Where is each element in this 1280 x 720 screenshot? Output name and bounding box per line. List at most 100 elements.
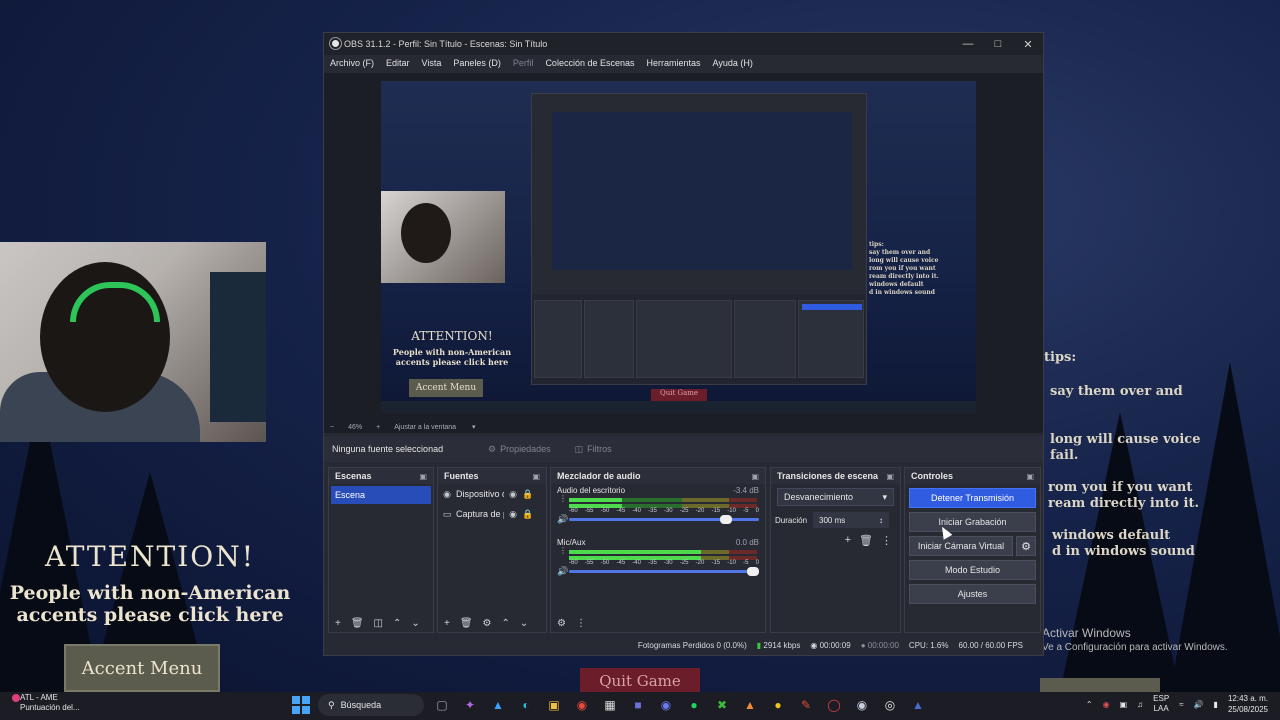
- remove-scene-icon[interactable]: 🗑: [351, 618, 364, 629]
- edge-icon[interactable]: ◐: [516, 695, 536, 715]
- visibility-eye-icon[interactable]: ◉: [508, 509, 518, 520]
- spin-arrows-icon[interactable]: ↕: [879, 516, 883, 525]
- wifi-icon[interactable]: ≈: [1179, 700, 1183, 709]
- gear-icon[interactable]: ⚙: [1016, 536, 1036, 556]
- clock[interactable]: 12:43 a. m. 25/08/2025: [1228, 693, 1268, 715]
- game-settings-button[interactable]: [1040, 678, 1160, 692]
- speaker-icon[interactable]: 🔊: [557, 566, 568, 577]
- volume-slider-knob[interactable]: [720, 515, 733, 524]
- scene-filters-icon[interactable]: ◫: [374, 618, 383, 629]
- duration-spinbox[interactable]: 300 ms ↕: [813, 512, 890, 528]
- menu-scene-collection[interactable]: Colección de Escenas: [545, 58, 634, 68]
- source-settings-icon[interactable]: ⚙: [483, 618, 492, 629]
- visibility-eye-icon[interactable]: ◉: [508, 489, 518, 500]
- remove-transition-icon[interactable]: 🗑: [859, 534, 873, 547]
- fit-window-select[interactable]: Ajustar a la ventana ▾: [394, 423, 475, 431]
- app-icon[interactable]: ▲: [908, 695, 928, 715]
- add-source-icon[interactable]: +: [444, 618, 450, 629]
- volume-slider[interactable]: [569, 567, 759, 576]
- remove-source-icon[interactable]: 🗑: [460, 618, 473, 629]
- tray-app-icon[interactable]: ◉: [1103, 700, 1110, 709]
- preview-webcam: [381, 191, 505, 283]
- taskbar-search[interactable]: ⚲ Búsqueda: [318, 694, 424, 716]
- lock-icon[interactable]: 🔒: [522, 509, 533, 520]
- bluetooth-icon[interactable]: ▲: [488, 695, 508, 715]
- copilot-icon[interactable]: ✦: [460, 695, 480, 715]
- app-icon[interactable]: ●: [768, 695, 788, 715]
- taskbar-now-playing[interactable]: ATL - AME Puntuación del...: [12, 693, 80, 713]
- zoom-minus-icon[interactable]: −: [330, 424, 334, 431]
- settings-button[interactable]: Ajustes: [909, 584, 1036, 604]
- menu-file[interactable]: Archivo (F): [330, 58, 374, 68]
- undock-icon[interactable]: ▣: [751, 472, 759, 481]
- steam-icon[interactable]: ◉: [852, 695, 872, 715]
- undock-icon[interactable]: ▣: [532, 472, 540, 481]
- app-icon[interactable]: ▲: [740, 695, 760, 715]
- speaker-icon[interactable]: 🔊: [557, 514, 568, 525]
- teams-icon[interactable]: ■: [628, 695, 648, 715]
- chrome-icon[interactable]: ◉: [572, 695, 592, 715]
- xbox-icon[interactable]: ✖: [712, 695, 732, 715]
- properties-button[interactable]: ⚙ Propiedades: [480, 440, 559, 459]
- app-icon[interactable]: ✎: [796, 695, 816, 715]
- channel-menu-icon[interactable]: ⋮: [559, 495, 567, 503]
- transition-menu-icon[interactable]: ⋮: [881, 534, 892, 547]
- undock-icon[interactable]: ▣: [419, 472, 427, 481]
- menu-profile[interactable]: Perfil: [513, 58, 534, 68]
- volume-icon[interactable]: 🔊: [1194, 700, 1204, 709]
- obs-titlebar[interactable]: OBS 31.1.2 - Perfil: Sin Título - Escena…: [324, 33, 1043, 55]
- minimize-icon[interactable]: —: [953, 33, 983, 55]
- start-recording-button[interactable]: Iniciar Grabación: [909, 512, 1036, 532]
- stop-stream-button[interactable]: Detener Transmisión: [909, 488, 1036, 508]
- obs-icon[interactable]: ◎: [880, 695, 900, 715]
- store-icon[interactable]: ▦: [600, 695, 620, 715]
- tip-line: d in windows sound: [1052, 544, 1195, 559]
- accent-menu-button[interactable]: Accent Menu: [64, 644, 220, 692]
- filters-button[interactable]: ◫ Filtros: [567, 440, 620, 459]
- channel-menu-icon[interactable]: ⋮: [559, 547, 567, 555]
- meter-tick-label: -45: [616, 560, 626, 566]
- menu-tools[interactable]: Herramientas: [647, 58, 701, 68]
- zoom-plus-icon[interactable]: +: [376, 424, 380, 431]
- move-up-icon[interactable]: ⌃: [393, 618, 401, 629]
- menu-help[interactable]: Ayuda (H): [713, 58, 753, 68]
- quit-game-button[interactable]: Quit Game: [580, 668, 700, 692]
- source-row[interactable]: ▭ Captura de p ◉ 🔒: [438, 504, 546, 524]
- add-transition-icon[interactable]: +: [845, 534, 851, 547]
- scene-item[interactable]: Escena: [331, 486, 431, 504]
- app-icon[interactable]: ◯: [824, 695, 844, 715]
- move-down-icon[interactable]: ⌄: [411, 618, 419, 629]
- move-down-icon[interactable]: ⌄: [520, 618, 528, 629]
- windows-start-icon[interactable]: [292, 696, 310, 714]
- add-scene-icon[interactable]: +: [335, 618, 341, 629]
- battery-icon[interactable]: ▮: [1214, 700, 1218, 709]
- preview-accent-line1: People with non-American: [392, 347, 512, 357]
- start-virtual-camera-button[interactable]: Iniciar Cámara Virtual: [909, 536, 1013, 556]
- maximize-icon[interactable]: □: [983, 33, 1013, 55]
- advanced-audio-icon[interactable]: ⚙: [557, 618, 566, 629]
- input-language[interactable]: ESP LAA: [1153, 694, 1169, 714]
- source-row[interactable]: ◉ Dispositivo d ◉ 🔒: [438, 484, 546, 504]
- menu-view[interactable]: Vista: [422, 58, 442, 68]
- close-icon[interactable]: ✕: [1013, 33, 1043, 55]
- chevron-up-icon[interactable]: ⌃: [1086, 700, 1093, 709]
- tray-app-icon[interactable]: ▣: [1120, 700, 1128, 709]
- task-view-icon[interactable]: ▢: [432, 695, 452, 715]
- undock-icon[interactable]: ▣: [886, 472, 894, 481]
- lock-icon[interactable]: 🔒: [522, 489, 533, 500]
- transition-select[interactable]: Desvanecimiento ▾: [777, 488, 894, 506]
- volume-slider-knob[interactable]: [747, 567, 759, 576]
- spotify-icon[interactable]: ●: [684, 695, 704, 715]
- program-preview[interactable]: ATTENTION! People with non-American acce…: [381, 81, 976, 413]
- mixer-menu-icon[interactable]: ⋮: [576, 618, 586, 629]
- menu-docks[interactable]: Paneles (D): [453, 58, 501, 68]
- studio-mode-button[interactable]: Modo Estudio: [909, 560, 1036, 580]
- file-explorer-icon[interactable]: ▣: [544, 695, 564, 715]
- microphone-icon[interactable]: ♫: [1137, 700, 1143, 709]
- move-up-icon[interactable]: ⌃: [502, 618, 510, 629]
- volume-slider[interactable]: [569, 515, 759, 524]
- menu-edit[interactable]: Editar: [386, 58, 410, 68]
- undock-icon[interactable]: ▣: [1026, 472, 1034, 481]
- preview-area[interactable]: ATTENTION! People with non-American acce…: [324, 73, 1043, 421]
- discord-icon[interactable]: ◉: [656, 695, 676, 715]
